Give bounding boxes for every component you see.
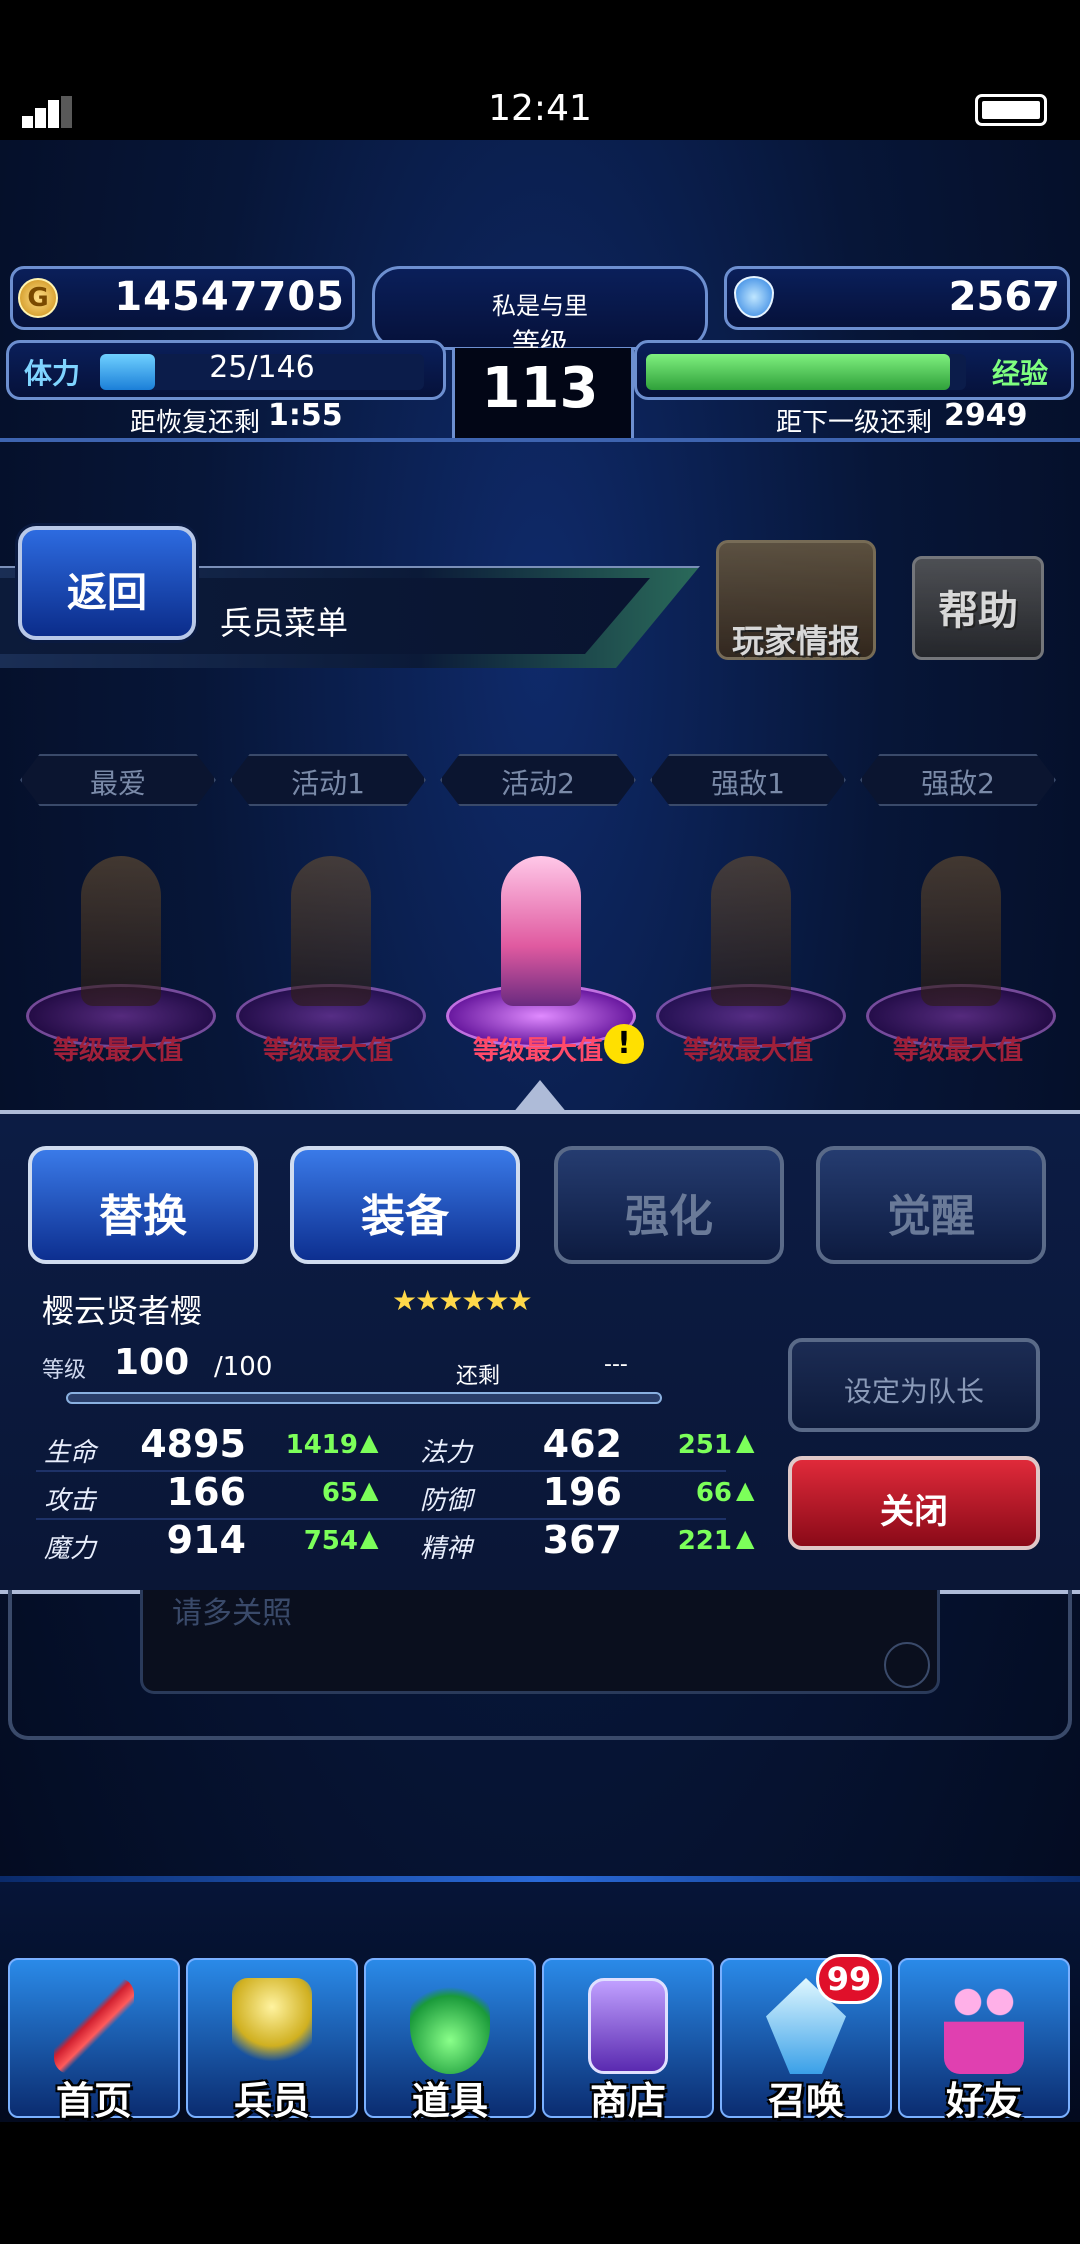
stat-label-mag: 魔力 bbox=[44, 1534, 97, 1564]
unit-exp-bar bbox=[66, 1392, 662, 1404]
unit-slot-3[interactable] bbox=[446, 816, 636, 1066]
stat-bonus-def: 66 bbox=[695, 1478, 732, 1508]
up-arrow-icon: ▲ bbox=[360, 1524, 379, 1552]
unit-sprite bbox=[291, 856, 371, 1006]
unit-sprite bbox=[711, 856, 791, 1006]
tab-label: 活动1 bbox=[291, 767, 365, 800]
unit-level-max: 等级最大值 bbox=[892, 1036, 1023, 1066]
stat-value-spr: 367 bbox=[542, 1518, 622, 1562]
recover-label: 距恢复还剩 bbox=[130, 408, 261, 438]
close-label: 关闭 bbox=[880, 1492, 948, 1532]
stat-value-mp: 462 bbox=[542, 1422, 622, 1466]
unit-level-max-value: /100 bbox=[214, 1352, 273, 1382]
set-leader-label: 设定为队长 bbox=[843, 1375, 984, 1408]
warrior-icon bbox=[186, 1970, 358, 2080]
stat-label-hp: 生命 bbox=[44, 1438, 97, 1468]
nav-label: 商店 bbox=[589, 2079, 666, 2123]
unit-sprite bbox=[501, 856, 581, 1006]
edit-icon[interactable] bbox=[884, 1642, 930, 1688]
unit-level-max: 等级最大值 bbox=[682, 1036, 813, 1066]
stat-value-mag: 914 bbox=[166, 1518, 246, 1562]
stat-value-hp: 4895 bbox=[140, 1422, 246, 1466]
unit-slot-5[interactable] bbox=[866, 816, 1056, 1066]
summon-badge: 99 bbox=[816, 1954, 882, 2004]
nav-label: 首页 bbox=[55, 2079, 132, 2123]
alert-icon: ! bbox=[604, 1024, 644, 1064]
exp-remain-label: 还剩 bbox=[456, 1364, 501, 1389]
page-title: 兵员菜单 bbox=[220, 604, 349, 642]
stamina-label: 体力 bbox=[24, 357, 81, 390]
awaken-label: 觉醒 bbox=[887, 1191, 975, 1242]
stat-bonus-mp: 251 bbox=[677, 1430, 732, 1460]
enhance-label: 强化 bbox=[625, 1191, 713, 1242]
replace-label: 替换 bbox=[99, 1191, 187, 1242]
potion-icon bbox=[364, 1970, 536, 2080]
unit-level-max: 等级最大值 bbox=[262, 1036, 393, 1066]
exp-remain-value: --- bbox=[604, 1352, 628, 1377]
nav-label: 兵员 bbox=[233, 2079, 310, 2123]
unit-slot-1[interactable] bbox=[26, 816, 216, 1066]
battery-icon bbox=[975, 94, 1047, 126]
rarity-stars: ★★★★★★ bbox=[392, 1284, 533, 1317]
stat-bonus-hp: 1419 bbox=[285, 1430, 358, 1460]
next-level-value: 2949 bbox=[944, 398, 1028, 433]
stat-label-mp: 法力 bbox=[420, 1438, 473, 1468]
nav-label: 召唤 bbox=[767, 2079, 844, 2123]
up-arrow-icon: ▲ bbox=[360, 1428, 379, 1456]
unit-level: 100 bbox=[114, 1342, 190, 1383]
unit-slot-4[interactable] bbox=[656, 816, 846, 1066]
gil-coin-icon: G bbox=[18, 278, 58, 318]
unit-sprite bbox=[81, 856, 161, 1006]
tab-label: 强敌2 bbox=[921, 767, 995, 800]
comment-text: 请多关照 bbox=[172, 1596, 292, 1631]
nav-label: 道具 bbox=[411, 2079, 488, 2123]
shop-icon bbox=[542, 1970, 714, 2080]
stat-value-def: 196 bbox=[542, 1470, 622, 1514]
tab-label: 强敌1 bbox=[711, 767, 785, 800]
bottom-bezel bbox=[0, 2122, 1080, 2244]
next-level-label: 距下一级还剩 bbox=[776, 408, 933, 438]
up-arrow-icon: ▲ bbox=[736, 1524, 755, 1552]
exp-bar-fill bbox=[646, 354, 950, 390]
stat-label-spr: 精神 bbox=[420, 1534, 473, 1564]
back-button-label: 返回 bbox=[67, 570, 147, 616]
stat-label-atk: 攻击 bbox=[44, 1486, 97, 1516]
exp-label: 经验 bbox=[992, 357, 1049, 390]
unit-sprite bbox=[921, 856, 1001, 1006]
stat-bonus-atk: 65 bbox=[321, 1478, 358, 1508]
unit-level-max: 等级最大值 bbox=[52, 1036, 183, 1066]
unit-level-label: 等级 bbox=[42, 1358, 87, 1383]
player-info-label: 玩家情报 bbox=[731, 622, 860, 660]
stat-label-def: 防御 bbox=[420, 1486, 473, 1516]
tab-label: 活动2 bbox=[501, 767, 575, 800]
equip-label: 装备 bbox=[361, 1191, 449, 1242]
unit-name: 樱云贤者樱 bbox=[42, 1292, 203, 1330]
up-arrow-icon: ▲ bbox=[736, 1476, 755, 1504]
rank-value: 113 bbox=[481, 356, 599, 421]
stat-value-atk: 166 bbox=[166, 1470, 246, 1514]
clock: 12:41 bbox=[488, 88, 592, 129]
stat-bonus-spr: 221 bbox=[677, 1526, 732, 1556]
header-divider bbox=[0, 438, 1080, 442]
tab-label: 最爱 bbox=[89, 767, 146, 800]
help-label: 帮助 bbox=[938, 588, 1018, 634]
stamina-value: 25/146 bbox=[209, 350, 315, 385]
friends-icon bbox=[898, 1970, 1070, 2080]
up-arrow-icon: ▲ bbox=[736, 1428, 755, 1456]
recover-time: 1:55 bbox=[268, 398, 343, 433]
up-arrow-icon: ▲ bbox=[360, 1476, 379, 1504]
stat-bonus-mag: 754 bbox=[303, 1526, 358, 1556]
unit-slot-2[interactable] bbox=[236, 816, 426, 1066]
sword-icon bbox=[8, 1970, 180, 2080]
nav-label: 好友 bbox=[945, 2079, 1022, 2123]
lapis-amount: 2567 bbox=[948, 274, 1060, 320]
gil-amount: 14547705 bbox=[114, 274, 345, 320]
player-name: 私是与里 bbox=[492, 292, 588, 320]
